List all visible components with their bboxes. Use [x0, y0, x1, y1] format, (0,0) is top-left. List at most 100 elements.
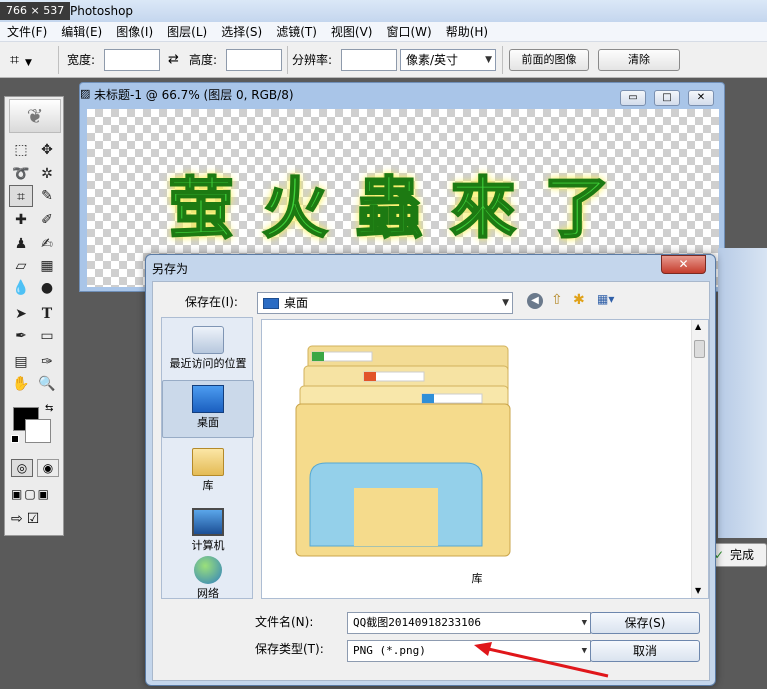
zoom-tool-icon[interactable]: 🔍	[35, 373, 59, 395]
crop-icon: ⌗	[10, 50, 20, 69]
feather-icon[interactable]: ❦	[9, 99, 61, 133]
place-label: 最近访问的位置	[169, 357, 247, 370]
height-label: 高度:	[189, 53, 218, 67]
hand-tool-icon[interactable]: ✋	[9, 373, 33, 395]
folder-icon	[295, 345, 511, 557]
maximize-button[interactable]: □	[654, 90, 680, 106]
eyedropper-icon[interactable]: ✑	[35, 351, 59, 373]
computer-icon	[192, 508, 224, 536]
file-list[interactable]: 库 ▲ ▼	[261, 319, 709, 599]
menu-image[interactable]: 图像(I)	[109, 22, 160, 42]
save-as-dialog: 另存为 ✕ 保存在(I): 桌面 ▼ ◀ ⇧ ✱ ▦▾ 最近访问的位置 桌面 库	[145, 254, 716, 686]
menu-bar: 文件(F) 编辑(E) 图像(I) 图层(L) 选择(S) 滤镜(T) 视图(V…	[0, 22, 767, 42]
app-title-bar: 766 × 537 Photoshop	[0, 0, 767, 22]
place-desktop[interactable]: 桌面	[162, 380, 254, 438]
place-computer[interactable]: 计算机	[162, 508, 254, 554]
back-icon[interactable]: ◀	[527, 293, 543, 309]
place-network[interactable]: 网络	[162, 556, 254, 602]
library-folder-item[interactable]	[282, 338, 512, 563]
eraser-icon[interactable]: ▱	[9, 255, 33, 277]
menu-file[interactable]: 文件(F)	[0, 22, 54, 42]
lasso-tool-icon[interactable]: ➰	[9, 163, 33, 185]
healing-brush-icon[interactable]: ✚	[9, 209, 33, 231]
dialog-body: 保存在(I): 桌面 ▼ ◀ ⇧ ✱ ▦▾ 最近访问的位置 桌面 库 计算机 网…	[152, 281, 710, 681]
chevron-down-icon: ▼	[485, 55, 492, 65]
save-in-select[interactable]: 桌面 ▼	[257, 292, 513, 314]
dialog-title: 另存为	[152, 262, 189, 276]
notes-tool-icon[interactable]: ▤	[9, 351, 33, 373]
chevron-down-icon: ▼	[25, 58, 32, 68]
pen-tool-icon[interactable]: ✒	[9, 325, 33, 347]
swap-colors-icon[interactable]: ⇆	[45, 403, 53, 414]
width-label: 宽度:	[67, 53, 96, 67]
magic-wand-icon[interactable]: ✲	[35, 163, 59, 185]
type-tool-icon[interactable]: T	[35, 303, 59, 325]
file-list-scrollbar[interactable]: ▲ ▼	[691, 320, 708, 598]
screen-mode-icons[interactable]: ▣▢▣	[11, 487, 51, 501]
separator	[58, 46, 59, 74]
background-color-swatch[interactable]	[25, 419, 51, 443]
menu-filter[interactable]: 滤镜(T)	[269, 22, 324, 42]
jump-to-imageready-icon[interactable]: ⇨☑	[11, 511, 43, 527]
slice-tool-icon[interactable]: ✎	[35, 185, 59, 207]
gradient-tool-icon[interactable]: ▦	[35, 255, 59, 277]
minimize-button[interactable]: ▭	[620, 90, 646, 106]
shape-tool-icon[interactable]: ▭	[35, 325, 59, 347]
recent-places-icon	[192, 326, 224, 354]
place-label: 库	[202, 479, 214, 492]
options-bar: ⌗ ▼ 宽度: ⇄ 高度: 分辨率: 像素/英寸 ▼ 前面的图像 清除	[0, 42, 767, 78]
desktop-icon	[192, 385, 224, 413]
width-input[interactable]	[104, 49, 160, 71]
height-input[interactable]	[226, 49, 282, 71]
crop-tool-icon[interactable]: ⌗	[9, 185, 33, 207]
dialog-close-button[interactable]: ✕	[661, 255, 706, 274]
filename-label: 文件名(N):	[255, 615, 314, 629]
resolution-unit-select[interactable]: 像素/英寸 ▼	[400, 49, 496, 71]
brush-tool-icon[interactable]: ✐	[35, 209, 59, 231]
scroll-up-icon[interactable]: ▲	[695, 322, 701, 331]
chevron-down-icon: ▼	[502, 298, 509, 308]
default-colors-icon[interactable]	[11, 435, 19, 443]
front-image-button[interactable]: 前面的图像	[509, 49, 589, 71]
path-select-icon[interactable]: ➤	[9, 303, 33, 325]
separator	[502, 46, 503, 74]
menu-help[interactable]: 帮助(H)	[439, 22, 495, 42]
document-title: 未标题-1 @ 66.7% (图层 0, RGB/8)	[94, 88, 294, 102]
clone-stamp-icon[interactable]: ♟	[9, 233, 33, 255]
menu-window[interactable]: 窗口(W)	[379, 22, 438, 42]
resolution-input[interactable]	[341, 49, 397, 71]
blur-tool-icon[interactable]: 💧	[9, 277, 33, 299]
toolbox: ❦ ⬚ ✥ ➰ ✲ ⌗ ✎ ✚ ✐ ♟ ✍ ▱ ▦ 💧 ● ➤ T ✒ ▭ ▤ …	[4, 96, 64, 536]
dodge-tool-icon[interactable]: ●	[35, 277, 59, 299]
close-button[interactable]: ✕	[688, 90, 714, 106]
place-library[interactable]: 库	[162, 448, 254, 494]
marquee-tool-icon[interactable]: ⬚	[9, 139, 33, 161]
separator	[287, 46, 288, 74]
desktop-icon	[263, 298, 279, 309]
menu-view[interactable]: 视图(V)	[324, 22, 380, 42]
menu-select[interactable]: 选择(S)	[214, 22, 269, 42]
move-tool-icon[interactable]: ✥	[35, 139, 59, 161]
swap-icon[interactable]: ⇄	[168, 49, 179, 71]
scroll-thumb[interactable]	[694, 340, 705, 358]
quick-mask-icon[interactable]: ◉	[37, 459, 59, 477]
clear-button[interactable]: 清除	[598, 49, 680, 71]
menu-edit[interactable]: 编辑(E)	[54, 22, 109, 42]
crop-tool-preset-picker[interactable]: ⌗ ▼	[10, 49, 54, 71]
new-folder-icon[interactable]: ✱	[573, 292, 585, 308]
up-folder-icon[interactable]: ⇧	[551, 292, 563, 308]
view-menu-icon[interactable]: ▦▾	[597, 292, 614, 306]
scroll-down-icon[interactable]: ▼	[695, 586, 701, 595]
annotation-arrow-icon	[474, 642, 609, 678]
save-button[interactable]: 保存(S)	[590, 612, 700, 634]
network-icon	[194, 556, 222, 584]
standard-mode-icon[interactable]: ◎	[11, 459, 33, 477]
filename-input[interactable]: QQ截图20140918233106 ▼	[347, 612, 591, 634]
resolution-label: 分辨率:	[292, 53, 333, 67]
done-button[interactable]: ✓ 完成	[709, 543, 767, 567]
place-recent[interactable]: 最近访问的位置	[162, 326, 254, 372]
size-badge: 766 × 537	[0, 2, 70, 20]
menu-layer[interactable]: 图层(L)	[160, 22, 214, 42]
history-brush-icon[interactable]: ✍	[35, 233, 59, 255]
place-label: 桌面	[197, 416, 219, 429]
